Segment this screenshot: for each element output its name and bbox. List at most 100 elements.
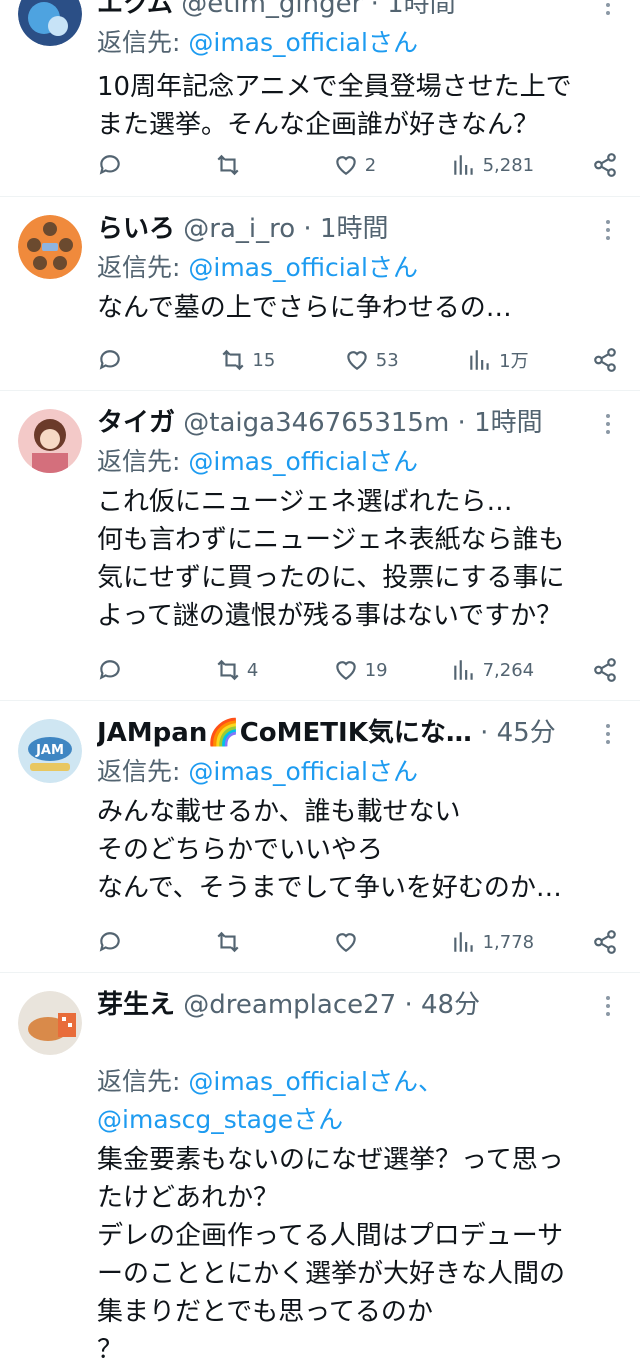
tweet[interactable]: らいろ @ra_i_ro · 1時間 返信先: @imas_officialさん…: [0, 197, 640, 391]
analytics-icon: [453, 155, 473, 175]
reply-prefix: 返信先:: [97, 757, 189, 786]
reply-icon: [99, 350, 120, 370]
views-button[interactable]: 1,778: [451, 929, 535, 955]
user-handle[interactable]: @etim_ginger: [181, 0, 362, 19]
reply-prefix: 返信先:: [97, 253, 189, 282]
tweet-actions: 4 19 7,264: [97, 653, 618, 687]
retweet-button[interactable]: [215, 152, 275, 178]
reply-context: 返信先: @imas_officialさん: [97, 753, 620, 791]
reply-context: 返信先: @imas_officialさん: [97, 443, 620, 481]
like-count: 53: [375, 349, 399, 371]
reply-context: 返信先: @imas_officialさん: [97, 24, 620, 62]
tweet-actions: 2 5,281: [97, 148, 618, 182]
avatar[interactable]: [18, 409, 82, 473]
like-button[interactable]: [333, 929, 393, 955]
reply-prefix: 返信先:: [97, 447, 189, 476]
reply-icon: [99, 155, 120, 175]
views-button[interactable]: 7,264: [451, 657, 535, 683]
timestamp[interactable]: 1時間: [474, 408, 543, 438]
share-button[interactable]: [592, 152, 618, 178]
tweet-text: みんな載せるか、誰も載せない そのどちらかでいいやろ なんで、そうまでして争いを…: [97, 797, 562, 903]
reply-mention-link[interactable]: @imas_officialさん: [188, 757, 418, 786]
retweet-icon: [217, 931, 239, 953]
more-options-icon[interactable]: [596, 215, 620, 245]
tweet[interactable]: タイガ @taiga346765315m · 1時間 返信先: @imas_of…: [0, 391, 640, 701]
views-button[interactable]: 1万: [467, 347, 529, 373]
like-button[interactable]: 2: [333, 152, 393, 178]
display-name[interactable]: らいろ: [97, 214, 175, 244]
reply-prefix: 返信先:: [97, 28, 189, 57]
retweet-button[interactable]: 4: [215, 657, 275, 683]
tweet-text: なんで墓の上でさらに争わせるの…: [97, 293, 512, 323]
view-count: 1,778: [482, 931, 535, 953]
separator: ·: [396, 990, 421, 1020]
timestamp[interactable]: 1時間: [320, 214, 389, 244]
view-count: 1万: [499, 351, 529, 372]
avatar[interactable]: [18, 991, 82, 1055]
tweet-actions: 1,778: [97, 925, 618, 959]
share-icon: [594, 153, 616, 177]
reply-mention-link[interactable]: @imas_officialさん: [188, 253, 418, 282]
display-name[interactable]: JAMpan🌈CoMETIK気にな…: [97, 718, 472, 748]
tweet[interactable]: JAM JAMpan🌈CoMETIK気にな… · 45分 返信先: @imas_…: [0, 701, 640, 973]
tweet-header: らいろ @ra_i_ro · 1時間: [97, 211, 620, 247]
retweet-icon: [217, 154, 239, 176]
user-handle[interactable]: @ra_i_ro: [183, 214, 295, 244]
avatar[interactable]: [18, 215, 82, 279]
analytics-icon: [453, 932, 473, 952]
timestamp[interactable]: 45分: [497, 718, 556, 748]
tweet-header: エクム @etim_ginger · 1時間: [97, 0, 620, 22]
retweet-button[interactable]: 15: [220, 347, 280, 373]
separator: ·: [471, 718, 497, 748]
tweet-text: 集金要素もないのになぜ選挙？って思っ たけどあれか？ デレの企画作ってる人間はプ…: [97, 1145, 566, 1365]
heart-icon: [335, 156, 356, 175]
like-button[interactable]: 19: [333, 657, 393, 683]
user-handle[interactable]: @dreamplace27: [183, 990, 396, 1020]
view-count: 5,281: [482, 154, 535, 176]
more-options-icon[interactable]: [596, 409, 620, 439]
reply-button[interactable]: [97, 347, 157, 373]
share-button[interactable]: [592, 657, 618, 683]
reply-button[interactable]: [97, 657, 157, 683]
reply-button[interactable]: [97, 929, 157, 955]
avatar[interactable]: JAM: [18, 719, 82, 783]
views-button[interactable]: 5,281: [451, 152, 535, 178]
svg-text:JAM: JAM: [35, 743, 64, 758]
reply-mention-link[interactable]: @imas_officialさん: [188, 28, 418, 57]
like-count: 2: [364, 154, 377, 176]
reply-button[interactable]: [97, 152, 157, 178]
display-name[interactable]: タイガ: [97, 408, 175, 438]
more-options-icon[interactable]: [596, 0, 620, 20]
retweet-count: 4: [246, 659, 259, 681]
reply-mention-link[interactable]: @imas_officialさん: [188, 447, 418, 476]
more-options-icon[interactable]: [596, 719, 620, 749]
user-handle[interactable]: @taiga346765315m: [183, 408, 449, 438]
tweet-text: 10周年記念アニメで全員登場させた上で また選挙。そんな企画誰が好きなん？: [97, 72, 572, 140]
analytics-icon: [470, 350, 489, 370]
like-button[interactable]: 53: [344, 347, 404, 373]
heart-icon: [335, 661, 356, 680]
heart-icon: [346, 351, 367, 370]
display-name[interactable]: 芽生え: [97, 990, 175, 1020]
reply-context: 返信先: @imas_officialさん: [97, 249, 620, 287]
display-name[interactable]: エクム: [97, 0, 173, 19]
reply-prefix: 返信先:: [97, 1067, 189, 1096]
timestamp[interactable]: 1時間: [387, 0, 456, 19]
tweet[interactable]: エクム @etim_ginger · 1時間 返信先: @imas_offici…: [0, 0, 640, 197]
share-button[interactable]: [592, 347, 618, 373]
like-count: 19: [364, 659, 388, 681]
more-options-icon[interactable]: [596, 991, 620, 1021]
share-icon: [594, 348, 616, 372]
tweet-actions: 15 53 1万: [97, 343, 618, 377]
retweet-button[interactable]: [215, 929, 275, 955]
analytics-icon: [453, 660, 473, 680]
avatar[interactable]: [18, 0, 82, 46]
tweet-header: JAMpan🌈CoMETIK気にな… · 45分: [97, 715, 620, 751]
tweet[interactable]: 芽生え @dreamplace27 · 48分 返信先: @imas_offic…: [0, 973, 640, 1365]
share-button[interactable]: [592, 929, 618, 955]
view-count: 7,264: [482, 659, 535, 681]
timestamp[interactable]: 48分: [421, 990, 480, 1020]
tweet-header: 芽生え @dreamplace27 · 48分: [97, 987, 620, 1023]
reply-context: 返信先: @imas_officialさん、 @imascg_stageさん: [97, 1025, 620, 1139]
retweet-icon: [222, 349, 244, 371]
